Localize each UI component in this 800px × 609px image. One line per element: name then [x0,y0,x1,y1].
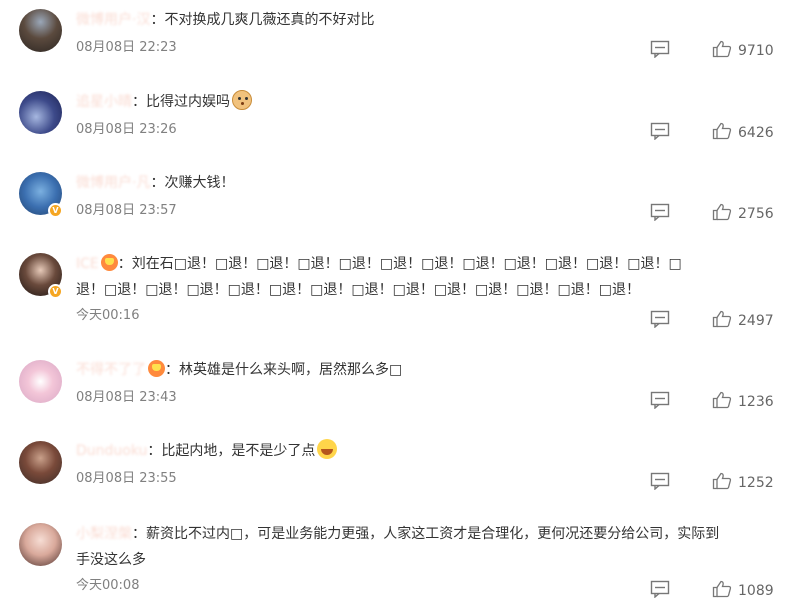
doge-emoji-icon [232,90,252,110]
member-crown-icon [100,254,118,271]
comment-item: V ICE ：刘在石□退！□退！□退！□退！□退！□退！□退！□退！□退！□退！□… [0,243,800,346]
like-count: 2756 [738,206,774,222]
comment-bubble-icon[interactable] [650,122,670,140]
comment-time: 08月08日 23:55 [76,471,177,486]
comment-time: 今天00:16 [76,308,140,323]
comment-text: 比得过内娱吗 [146,94,230,110]
comment-item: 不得不了了 ：林英雄是什么来头啊，居然那么多□ 08月08日 23:43 1236 [0,350,800,430]
avatar[interactable] [19,441,62,484]
comment-text: 比起内地，是不是少了点 [161,443,316,459]
username[interactable]: 小梨涅槃 [76,526,132,542]
member-crown-icon [148,360,165,377]
thumbs-up-icon[interactable] [712,472,732,490]
avatar[interactable] [19,91,62,134]
comment-item: 小梨涅槃：薪资比不过内□，可是业务能力更强，人家这工资才是合理化，更何况还要分给… [0,513,800,609]
username[interactable]: 追星小晴 [76,94,132,110]
like-count: 6426 [738,125,774,141]
like-count: 9710 [738,43,774,59]
thumbs-up-icon[interactable] [712,391,732,409]
comment-bubble-icon[interactable] [650,391,670,409]
username[interactable]: 微博用户·汉 [76,12,150,28]
comment-bubble-icon[interactable] [650,472,670,490]
comment-bubble-icon[interactable] [650,40,670,58]
comment-bubble-icon[interactable] [650,203,670,221]
username[interactable]: 不得不了了 [76,362,146,378]
like-count: 2497 [738,313,774,329]
comment-bubble-icon[interactable] [650,310,670,328]
verified-badge-icon: V [48,203,63,218]
comment-item: 追星小晴：比得过内娱吗 08月08日 23:26 6426 [0,81,800,161]
comment-text: 林英雄是什么来头啊，居然那么多□ [179,362,403,378]
thumbs-up-icon[interactable] [712,40,732,58]
username[interactable]: Dunduoku [76,443,147,459]
comment-text: 不对换成几爽几薇还真的不好对比 [164,12,375,28]
comment-text-continued: 退！□退！□退！□退！□退！□退！□退！□退！□退！□退！□退！□退！□退！□退… [76,282,640,298]
comment-time: 08月08日 23:26 [76,122,177,137]
comment-time: 08月08日 23:57 [76,203,177,218]
comment-item: 微博用户·汉：不对换成几爽几薇还真的不好对比 08月08日 22:23 9710 [0,0,800,80]
username[interactable]: 微博用户·凡 [76,175,150,191]
comment-item: V 微博用户·凡：次赚大钱！ 08月08日 23:57 2756 [0,162,800,242]
comment-time: 08月08日 23:43 [76,390,177,405]
thumbs-up-icon[interactable] [712,122,732,140]
username[interactable]: ICE [76,256,99,272]
comment-time: 08月08日 22:23 [76,40,177,55]
like-count: 1089 [738,583,774,599]
thumbs-up-icon[interactable] [712,580,732,598]
verified-badge-icon: V [48,284,63,299]
comment-time: 今天00:08 [76,578,140,593]
laughing-emoji-icon [317,439,338,459]
comment-text: 薪资比不过内□，可是业务能力更强，人家这工资才是合理化，更何况还要分给公司，实际… [146,526,720,542]
like-count: 1236 [738,394,774,410]
comment-text-continued: 手没这么多 [76,552,146,568]
comment-text: 次赚大钱！ [164,175,235,191]
avatar[interactable] [19,9,62,52]
comment-item: Dunduoku：比起内地，是不是少了点 08月08日 23:55 1252 [0,431,800,511]
like-count: 1252 [738,475,774,491]
avatar[interactable] [19,360,62,403]
thumbs-up-icon[interactable] [712,310,732,328]
comment-bubble-icon[interactable] [650,580,670,598]
thumbs-up-icon[interactable] [712,203,732,221]
comment-text: 刘在石□退！□退！□退！□退！□退！□退！□退！□退！□退！□退！□退！□退！□ [131,256,682,272]
avatar[interactable] [19,523,62,566]
